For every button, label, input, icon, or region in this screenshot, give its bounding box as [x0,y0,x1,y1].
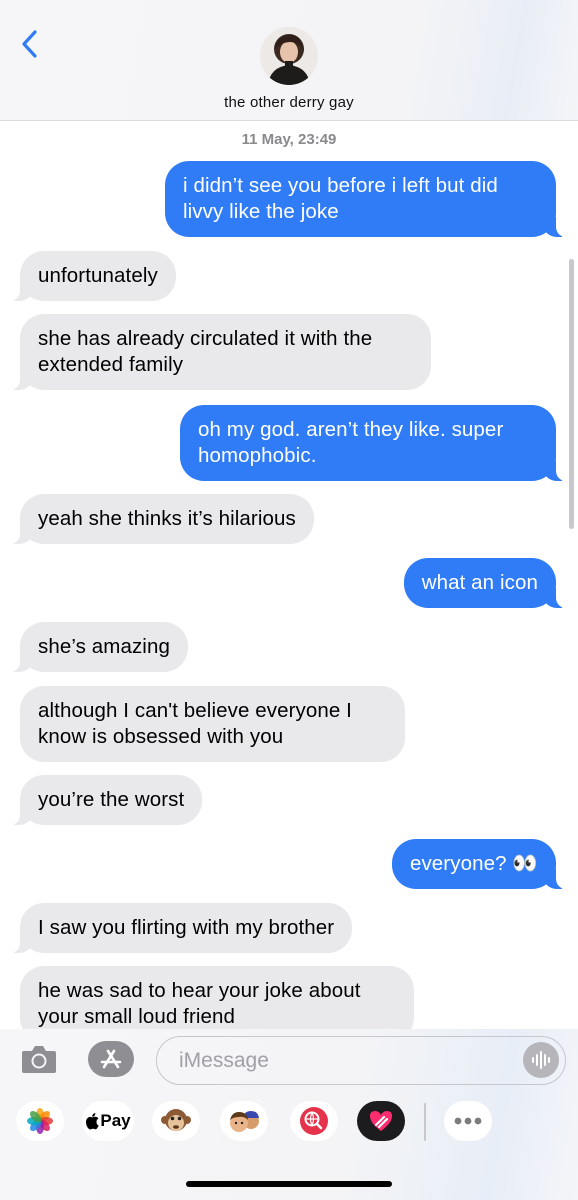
avatar-photo [260,27,318,85]
monkey-face-icon [161,1109,191,1131]
home-indicator [186,1181,392,1187]
audio-message-button[interactable] [523,1042,559,1078]
memoji-icon [230,1111,259,1132]
images-app-button[interactable] [290,1101,338,1141]
outgoing-message[interactable]: everyone? 👀 [391,839,567,889]
incoming-message[interactable]: unfortunately [10,251,176,301]
camera-button[interactable] [20,1042,58,1078]
outgoing-message[interactable]: oh my god. aren’t they like. super homop… [180,405,566,481]
waveform-icon [532,1051,550,1069]
incoming-message[interactable]: yeah she thinks it’s hilarious [10,494,314,544]
outgoing-message[interactable]: i didn’t see you before i left but did l… [165,161,566,237]
scrollbar[interactable] [569,259,574,529]
memoji-app-button[interactable] [220,1101,268,1141]
contact-avatar[interactable] [260,27,318,85]
apple-pay-label: Pay [100,1111,131,1130]
digital-touch-app-button[interactable] [357,1101,405,1141]
incoming-message[interactable]: she’s amazing [10,622,188,672]
conversation-header: the other derry gay [0,0,578,121]
globe-search-icon [300,1107,328,1135]
message-list[interactable]: 11 May, 23:49 i didn’t see you before i … [0,121,578,1029]
chevron-left-icon [22,30,37,58]
app-drawer-divider [424,1103,426,1141]
photos-app-icon [27,1108,53,1134]
app-store-button[interactable] [88,1041,134,1077]
back-button[interactable] [14,26,44,62]
app-store-icon [100,1049,122,1069]
incoming-message[interactable]: he was sad to hear your joke about your … [20,966,414,1029]
incoming-message[interactable]: you’re the worst [9,775,203,825]
animoji-app-button[interactable] [152,1101,200,1141]
message-input-placeholder: iMessage [179,1048,269,1072]
apple-logo-icon [86,1112,99,1129]
message-timestamp: 11 May, 23:49 [241,131,337,148]
incoming-message[interactable]: she has already circulated it with the e… [10,314,431,390]
app-drawer: Pay [0,1101,578,1145]
outgoing-message[interactable]: what an icon [403,558,567,608]
camera-icon [22,1046,56,1073]
more-apps-button[interactable] [444,1101,492,1141]
photos-app-button[interactable] [16,1101,64,1141]
apple-pay-button[interactable]: Pay [82,1101,134,1141]
digital-touch-heart-icon [370,1111,392,1131]
contact-name[interactable]: the other derry gay [0,94,578,111]
ellipsis-icon [454,1117,482,1125]
compose-bar: iMessage Pay [0,1029,578,1200]
incoming-message[interactable]: I saw you flirting with my brother [9,903,353,953]
message-input[interactable]: iMessage [156,1036,566,1085]
incoming-message[interactable]: although I can't believe everyone I know… [20,686,405,762]
